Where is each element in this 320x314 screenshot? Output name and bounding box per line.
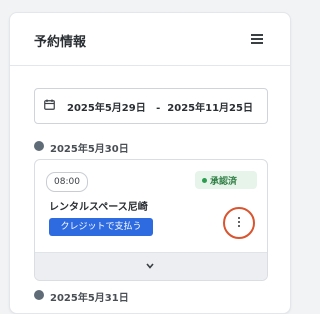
day-label-2: 2025年5月31日 [50, 293, 129, 304]
timeline-bullet [34, 141, 44, 151]
date-range-text: 2025年5月29日 - 2025年11月25日 [67, 99, 253, 114]
time-badge: 08:00 [46, 172, 88, 192]
page-title: 予約情報 [34, 35, 87, 50]
day-label-1: 2025年5月30日 [50, 144, 129, 155]
date-range-picker[interactable]: 2025年5月29日 - 2025年11月25日 [34, 88, 268, 124]
hamburger-menu-icon[interactable] [251, 34, 263, 44]
status-dot [202, 178, 207, 183]
reservation-panel: 予約情報 2025年5月29日 - 2025年11月25日 2025年5月30日… [9, 12, 291, 314]
panel-header: 予約情報 [10, 13, 290, 66]
more-vertical-icon [238, 217, 241, 229]
date-range-start: 2025年5月29日 [67, 103, 146, 114]
timeline-bullet [34, 290, 44, 300]
expand-details-bar[interactable] [35, 252, 267, 280]
calendar-icon [44, 99, 55, 110]
more-options-button[interactable] [223, 207, 255, 239]
pay-by-credit-button[interactable]: クレジットで支払う [49, 218, 153, 236]
status-badge: 承認済 [195, 171, 257, 189]
place-name: レンタルスペース尼崎 [49, 202, 148, 213]
chevron-down-icon [146, 263, 154, 269]
reservation-card: 08:00 承認済 レンタルスペース尼崎 クレジットで支払う [34, 159, 268, 281]
status-text: 承認済 [210, 177, 238, 187]
date-range-end: 2025年11月25日 [167, 103, 253, 114]
date-range-separator: - [156, 103, 161, 114]
